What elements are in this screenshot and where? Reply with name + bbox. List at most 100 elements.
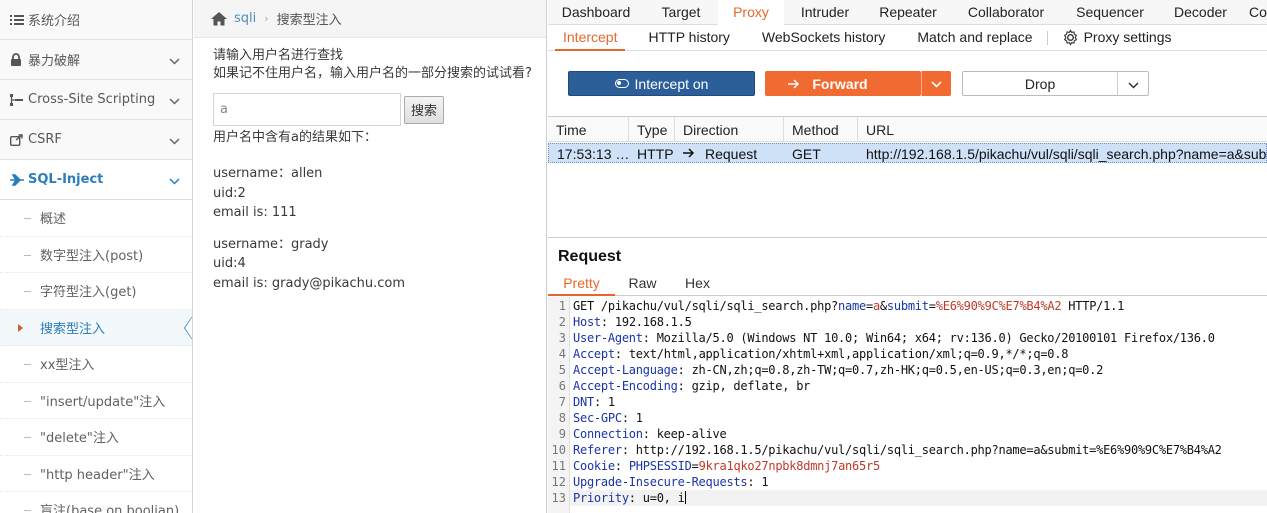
sidebar-item-xss[interactable]: Cross-Site Scripting [0, 80, 192, 120]
tab-target[interactable]: Target [644, 0, 718, 24]
header-name: Referer [573, 443, 622, 457]
proxy-sub-tab-bar: Intercept HTTP history WebSockets histor… [548, 25, 1267, 51]
sidebar-sub-label: 概述 [40, 212, 67, 228]
tab-pretty[interactable]: Pretty [548, 273, 615, 296]
column-header-direction[interactable]: Direction [675, 117, 784, 141]
search-input[interactable] [213, 93, 401, 126]
sidebar-sub-string-get[interactable]: 字符型注入(get) [0, 273, 192, 310]
sidebar-item-csrf[interactable]: CSRF [0, 120, 192, 160]
sidebar-sub-label: "http header"注入 [40, 467, 155, 483]
sidebar-sub-label: 字符型注入(get) [40, 285, 137, 301]
chevron-down-icon [169, 54, 180, 69]
line-number: 8 [558, 411, 566, 425]
line-number: 13 [551, 491, 566, 505]
search-form: 搜索 [213, 93, 546, 126]
tab-match-replace[interactable]: Match and replace [917, 25, 1032, 50]
result-username: username：grady [213, 236, 329, 252]
prompt-line-2: 如果记不住用户名，输入用户名的一部分搜索的试试看? [213, 66, 532, 81]
cell-type: HTTP [637, 146, 674, 162]
intercept-toggle-button[interactable]: Intercept on [568, 71, 755, 96]
cell-time: 17:53:13 … [557, 146, 629, 162]
sidebar-sub-blind-boolean[interactable]: 盲注(base on boolian) [0, 492, 192, 513]
line-number: 4 [558, 347, 566, 361]
column-header-url[interactable]: URL [858, 117, 1267, 141]
share-icon [10, 133, 26, 146]
tab-repeater[interactable]: Repeater [866, 0, 950, 24]
param-amp: & [879, 299, 887, 313]
home-icon[interactable] [210, 11, 228, 26]
header-colon: : [642, 427, 650, 441]
result-email: email is: grady@pikachu.com [213, 275, 406, 291]
sidebar-sub-xx[interactable]: xx型注入 [0, 346, 192, 383]
search-button[interactable]: 搜索 [404, 95, 445, 124]
cookie-equals: = [691, 459, 699, 473]
sidebar-sub-http-header[interactable]: "http header"注入 [0, 455, 192, 492]
column-header-method[interactable]: Method [784, 117, 858, 141]
tab-collaborator[interactable]: Collaborator [950, 0, 1062, 24]
tab-intercept[interactable]: Intercept [554, 25, 627, 51]
drop-dropdown-button[interactable] [1117, 72, 1148, 95]
tab-http-history[interactable]: HTTP history [648, 25, 729, 50]
tab-hex[interactable]: Hex [670, 273, 725, 295]
param-equals: = [928, 299, 936, 313]
column-header-time[interactable]: Time [548, 117, 629, 141]
tab-websockets-history[interactable]: WebSockets history [762, 25, 885, 50]
chevron-down-icon [169, 94, 180, 109]
chevron-down-icon [931, 76, 942, 91]
header-line: Accept-Language: zh-CN,zh;q=0.8,zh-TW;q=… [573, 363, 1103, 377]
sidebar-sub-delete[interactable]: "delete"注入 [0, 419, 192, 456]
breadcrumb-link-sqli[interactable]: sqli [234, 11, 256, 26]
sidebar-item-intro[interactable]: 系统介绍 [0, 0, 192, 40]
sidebar-item-label: 系统介绍 [28, 14, 81, 29]
tab-raw[interactable]: Raw [615, 273, 670, 295]
header-value: 192.168.1.5 [607, 315, 692, 329]
forward-button[interactable]: Forward [765, 71, 921, 96]
sidebar-sub-label: xx型注入 [40, 358, 95, 374]
chevron-down-icon [169, 134, 180, 149]
header-value: text/html,application/xhtml+xml,applicat… [621, 347, 1069, 361]
line-number: 1 [558, 299, 566, 313]
sidebar-sub-label: "delete"注入 [40, 431, 119, 447]
drop-button[interactable]: Drop [962, 71, 1149, 96]
forward-dropdown-button[interactable] [921, 71, 951, 96]
column-header-type[interactable]: Type [629, 117, 675, 141]
header-name: Accept-Language [573, 363, 678, 377]
sidebar-item-sqli[interactable]: SQL-Inject [0, 160, 192, 200]
param-value: a [872, 299, 880, 313]
header-line: Upgrade-Insecure-Requests: 1 [573, 475, 769, 489]
sidebar: 系统介绍 暴力破解 Cross-Site Scripting CSRF SQL-… [0, 0, 193, 513]
request-editor[interactable]: 1 2 3 4 5 6 7 8 9 10 11 12 13 GET /pikachu/vul/sqli/… [548, 297, 1267, 513]
tab-dashboard[interactable]: Dashboard [548, 0, 644, 24]
arrow-right-icon [788, 76, 800, 92]
sidebar-sub-search[interactable]: 搜索型注入 [0, 309, 192, 346]
sidebar-sub-overview[interactable]: 概述 [0, 200, 192, 237]
cookie-name: PHPSESSID [628, 459, 692, 473]
header-colon: : [621, 443, 629, 457]
header-line: Accept: text/html,application/xhtml+xml,… [573, 347, 1068, 361]
tab-decoder[interactable]: Decoder [1158, 0, 1243, 24]
param-equals: = [865, 299, 873, 313]
table-row[interactable]: 17:53:13 … HTTP Request GET http://192.1… [548, 143, 1267, 163]
tab-intruder[interactable]: Intruder [784, 0, 866, 24]
sidebar-sub-insert-update[interactable]: "insert/update"注入 [0, 382, 192, 419]
result-item: username：grady uid:4 email is: grady@pik… [213, 235, 546, 294]
cell-direction-label: Request [705, 146, 758, 162]
sidebar-item-bruteforce[interactable]: 暴力破解 [0, 40, 192, 80]
sidebar-sub-numeric-post[interactable]: 数字型注入(post) [0, 236, 192, 273]
header-line: Host: 192.168.1.5 [573, 315, 692, 329]
tab-comparer[interactable]: Co [1243, 0, 1267, 24]
header-value: http://192.168.1.5/pikachu/vul/sqli/sqli… [628, 443, 1222, 457]
sidebar-item-label: SQL-Inject [28, 172, 104, 187]
tab-proxy[interactable]: Proxy [718, 0, 784, 25]
line-number: 6 [558, 379, 566, 393]
tab-proxy-settings[interactable]: Proxy settings [1062, 25, 1172, 50]
line-number: 2 [558, 315, 566, 329]
list-icon [10, 14, 26, 26]
header-value: u=0, i [635, 491, 685, 505]
request-title: Request [558, 248, 622, 265]
header-name: Cookie [573, 459, 615, 473]
page-content: sqli › 搜索型注入 请输入用户名进行查找 如果记不住用户名，输入用户名的一… [194, 0, 547, 513]
tab-sequencer[interactable]: Sequencer [1062, 0, 1158, 24]
header-colon: : [614, 347, 622, 361]
line-number: 12 [551, 475, 566, 489]
